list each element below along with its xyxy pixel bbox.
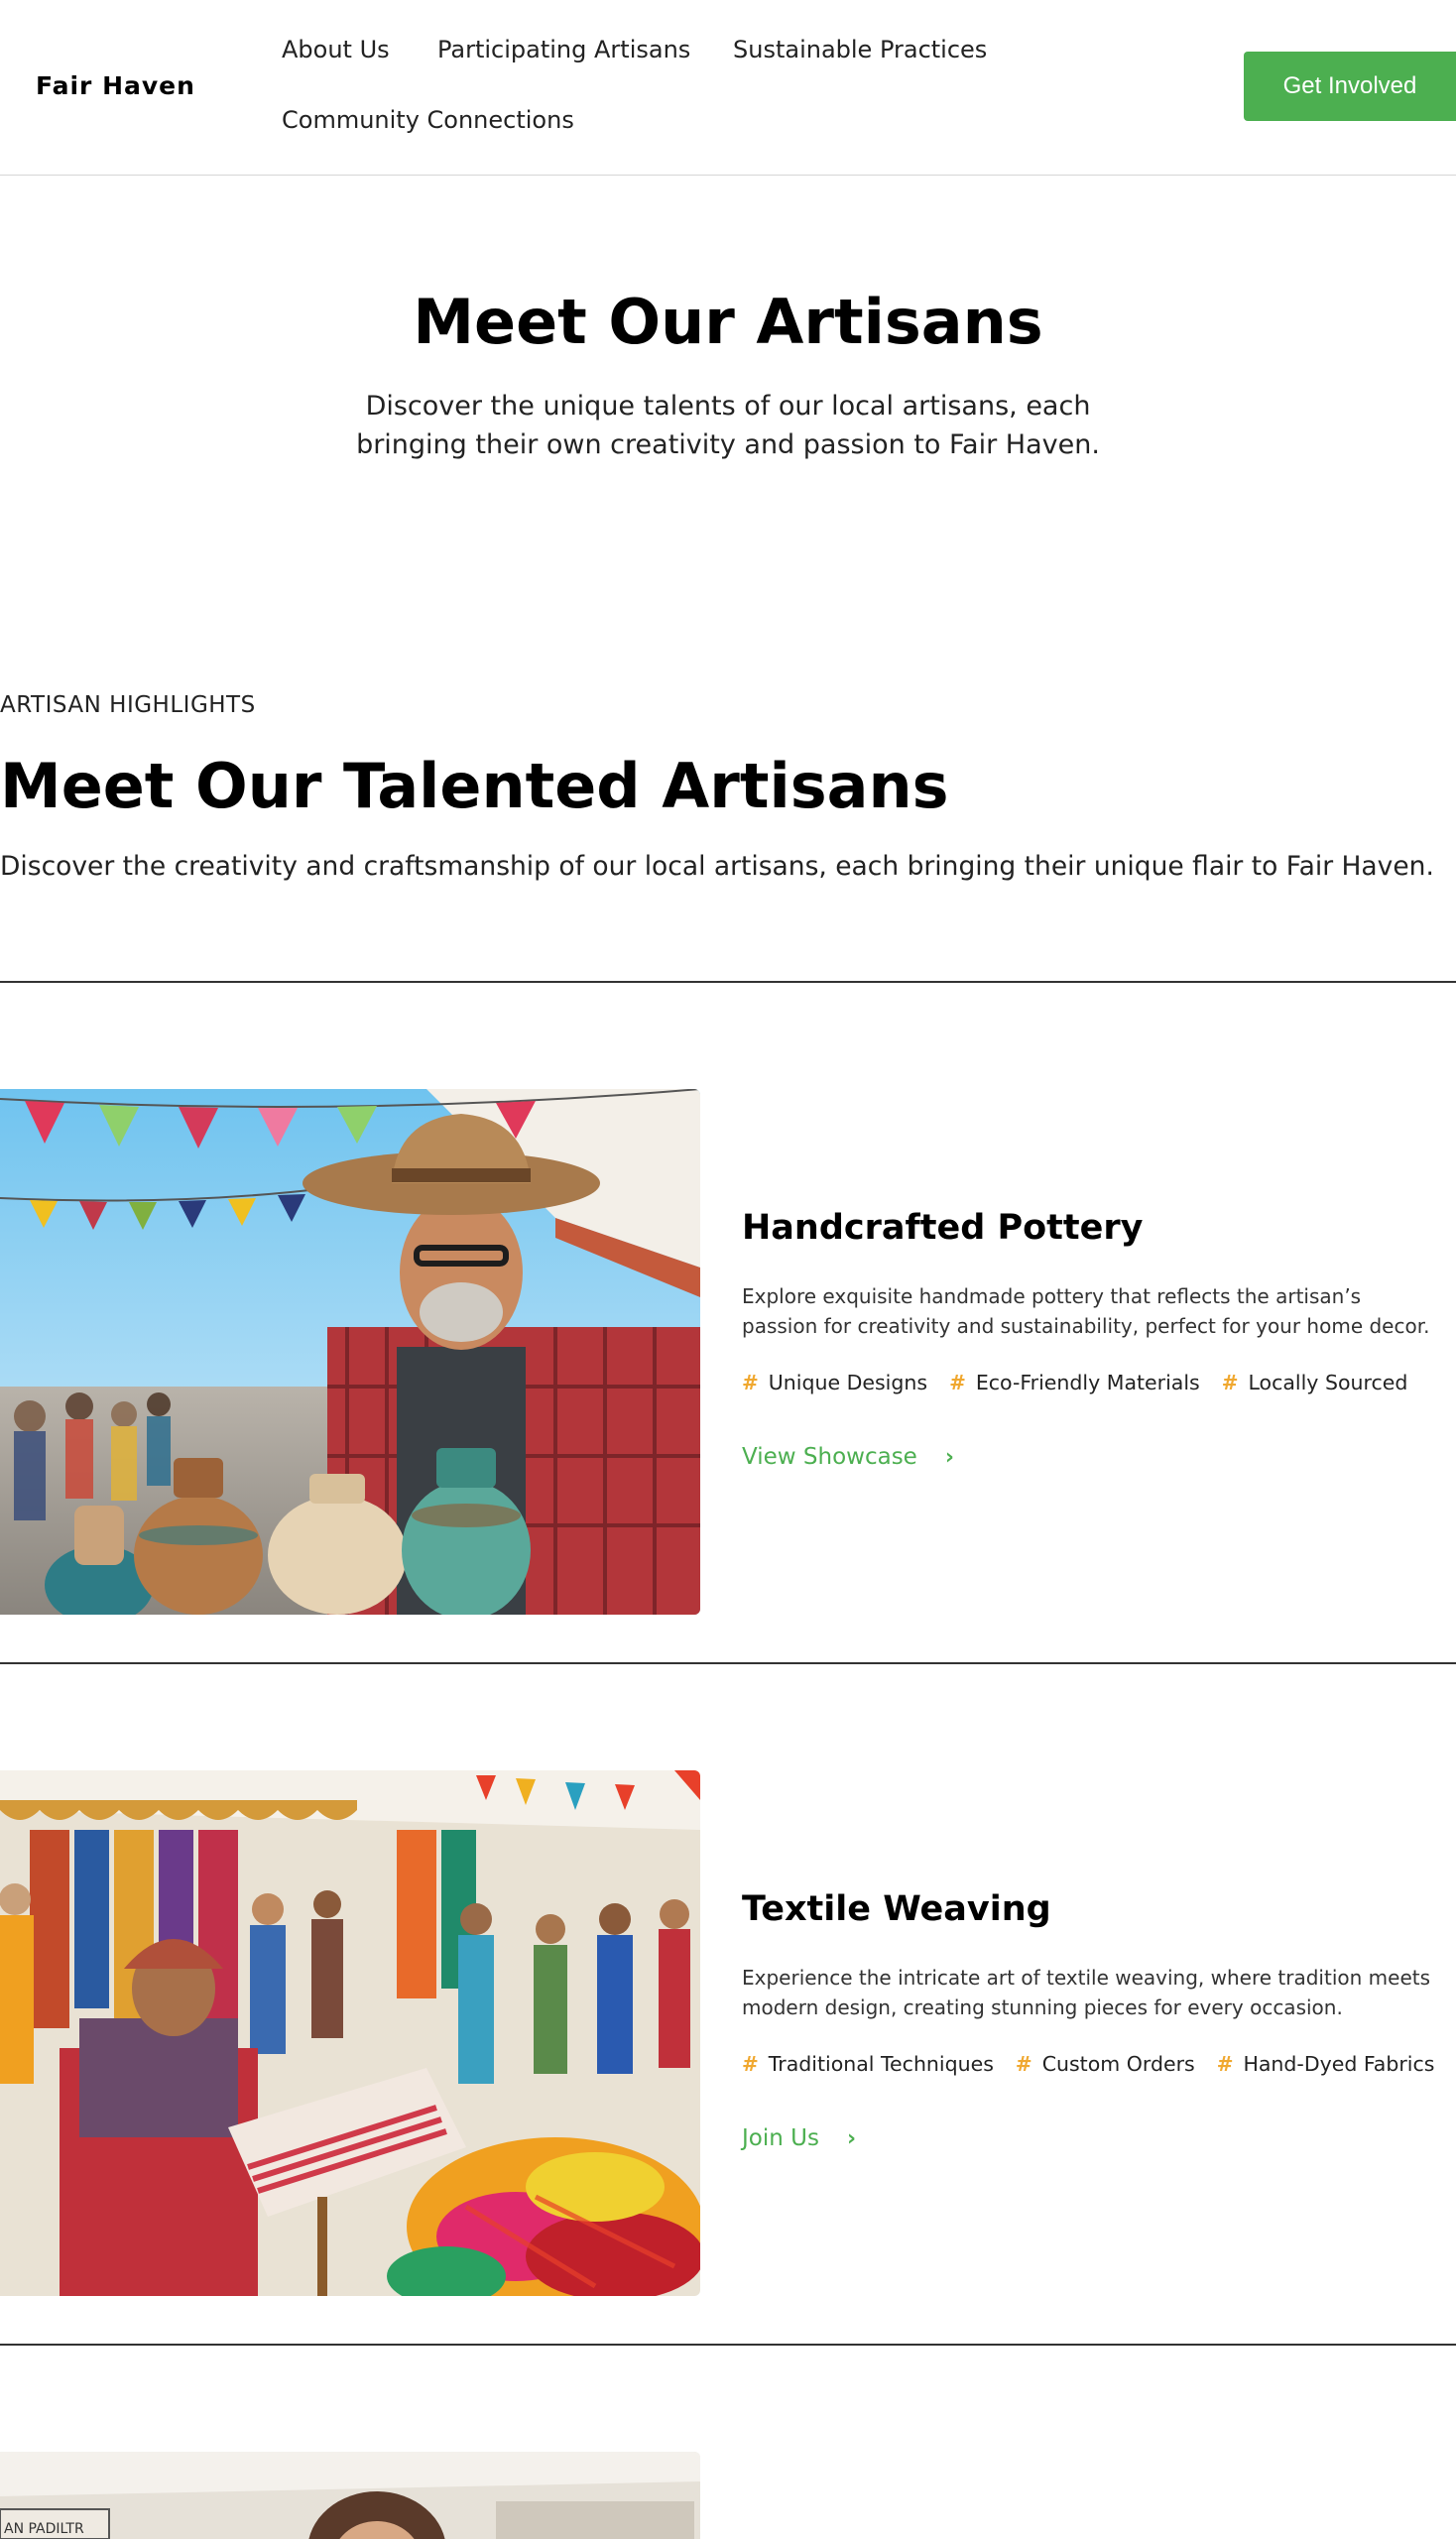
hero-title: Meet Our Artisans: [413, 286, 1043, 358]
pottery-artisan-image: [0, 1089, 700, 1615]
tag: # Locally Sourced: [1222, 1371, 1408, 1394]
hero-subtitle: Discover the unique talents of our local…: [356, 391, 1100, 460]
tag-label: Eco-Friendly Materials: [975, 1371, 1200, 1394]
tag-label: Custom Orders: [1041, 2052, 1195, 2076]
tag: # Traditional Techniques: [742, 2052, 994, 2076]
card-tags: # Traditional Techniques # Custom Orders #…: [742, 2052, 1434, 2076]
section-subtitle: Discover the creativity and craftsmanshi…: [0, 851, 1434, 882]
tag: # Eco-Friendly Materials: [949, 1371, 1200, 1394]
hash-icon: #: [742, 1371, 759, 1394]
weaving-artisan-image: [0, 1770, 700, 2296]
card-description: Experience the intricate art of textile …: [742, 1966, 1431, 2019]
card-description: Explore exquisite handmade pottery that …: [742, 1284, 1430, 1338]
get-involved-button[interactable]: Get Involved: [1244, 52, 1456, 121]
divider: [0, 1662, 1456, 1664]
artisan-image: AN PADILTR: [0, 2452, 700, 2539]
sign-text: AN PADILTR: [4, 2521, 84, 2537]
chevron-right-icon: ›: [944, 1444, 954, 1470]
hash-icon: #: [742, 2052, 759, 2076]
hash-icon: #: [1216, 2052, 1234, 2076]
card-tags: # Unique Designs # Eco-Friendly Materials …: [742, 1371, 1407, 1394]
link-label: Join Us: [742, 2125, 819, 2151]
section-eyebrow: ARTISAN HIGHLIGHTS: [0, 692, 256, 718]
card-title: Handcrafted Pottery: [742, 1208, 1144, 1248]
nav-sustainable-practices[interactable]: Sustainable Practices: [733, 36, 987, 63]
tag-label: Locally Sourced: [1248, 1371, 1408, 1394]
link-label: View Showcase: [742, 1444, 917, 1470]
nav-participating-artisans[interactable]: Participating Artisans: [437, 36, 690, 63]
nav-about-us[interactable]: About Us: [282, 36, 390, 63]
chevron-right-icon: ›: [846, 2125, 857, 2151]
hash-icon: #: [949, 1371, 966, 1394]
tag: # Custom Orders: [1016, 2052, 1195, 2076]
view-showcase-link[interactable]: View Showcase ›: [742, 1444, 954, 1470]
hash-icon: #: [1221, 1371, 1239, 1394]
section-title: Meet Our Talented Artisans: [0, 750, 949, 822]
site-header: Fair Haven About Us Participating Artisa…: [0, 0, 1456, 176]
join-us-link[interactable]: Join Us ›: [742, 2125, 856, 2151]
divider: [0, 981, 1456, 983]
divider: [0, 2344, 1456, 2346]
nav-community-connections[interactable]: Community Connections: [282, 106, 574, 134]
tag: # Hand-Dyed Fabrics: [1217, 2052, 1435, 2076]
card-title: Textile Weaving: [742, 1889, 1051, 1929]
tag: # Unique Designs: [742, 1371, 927, 1394]
hash-icon: #: [1015, 2052, 1032, 2076]
tag-label: Unique Designs: [768, 1371, 928, 1394]
site-logo[interactable]: Fair Haven: [36, 71, 195, 100]
tag-label: Traditional Techniques: [768, 2052, 994, 2076]
tag-label: Hand-Dyed Fabrics: [1243, 2052, 1435, 2076]
